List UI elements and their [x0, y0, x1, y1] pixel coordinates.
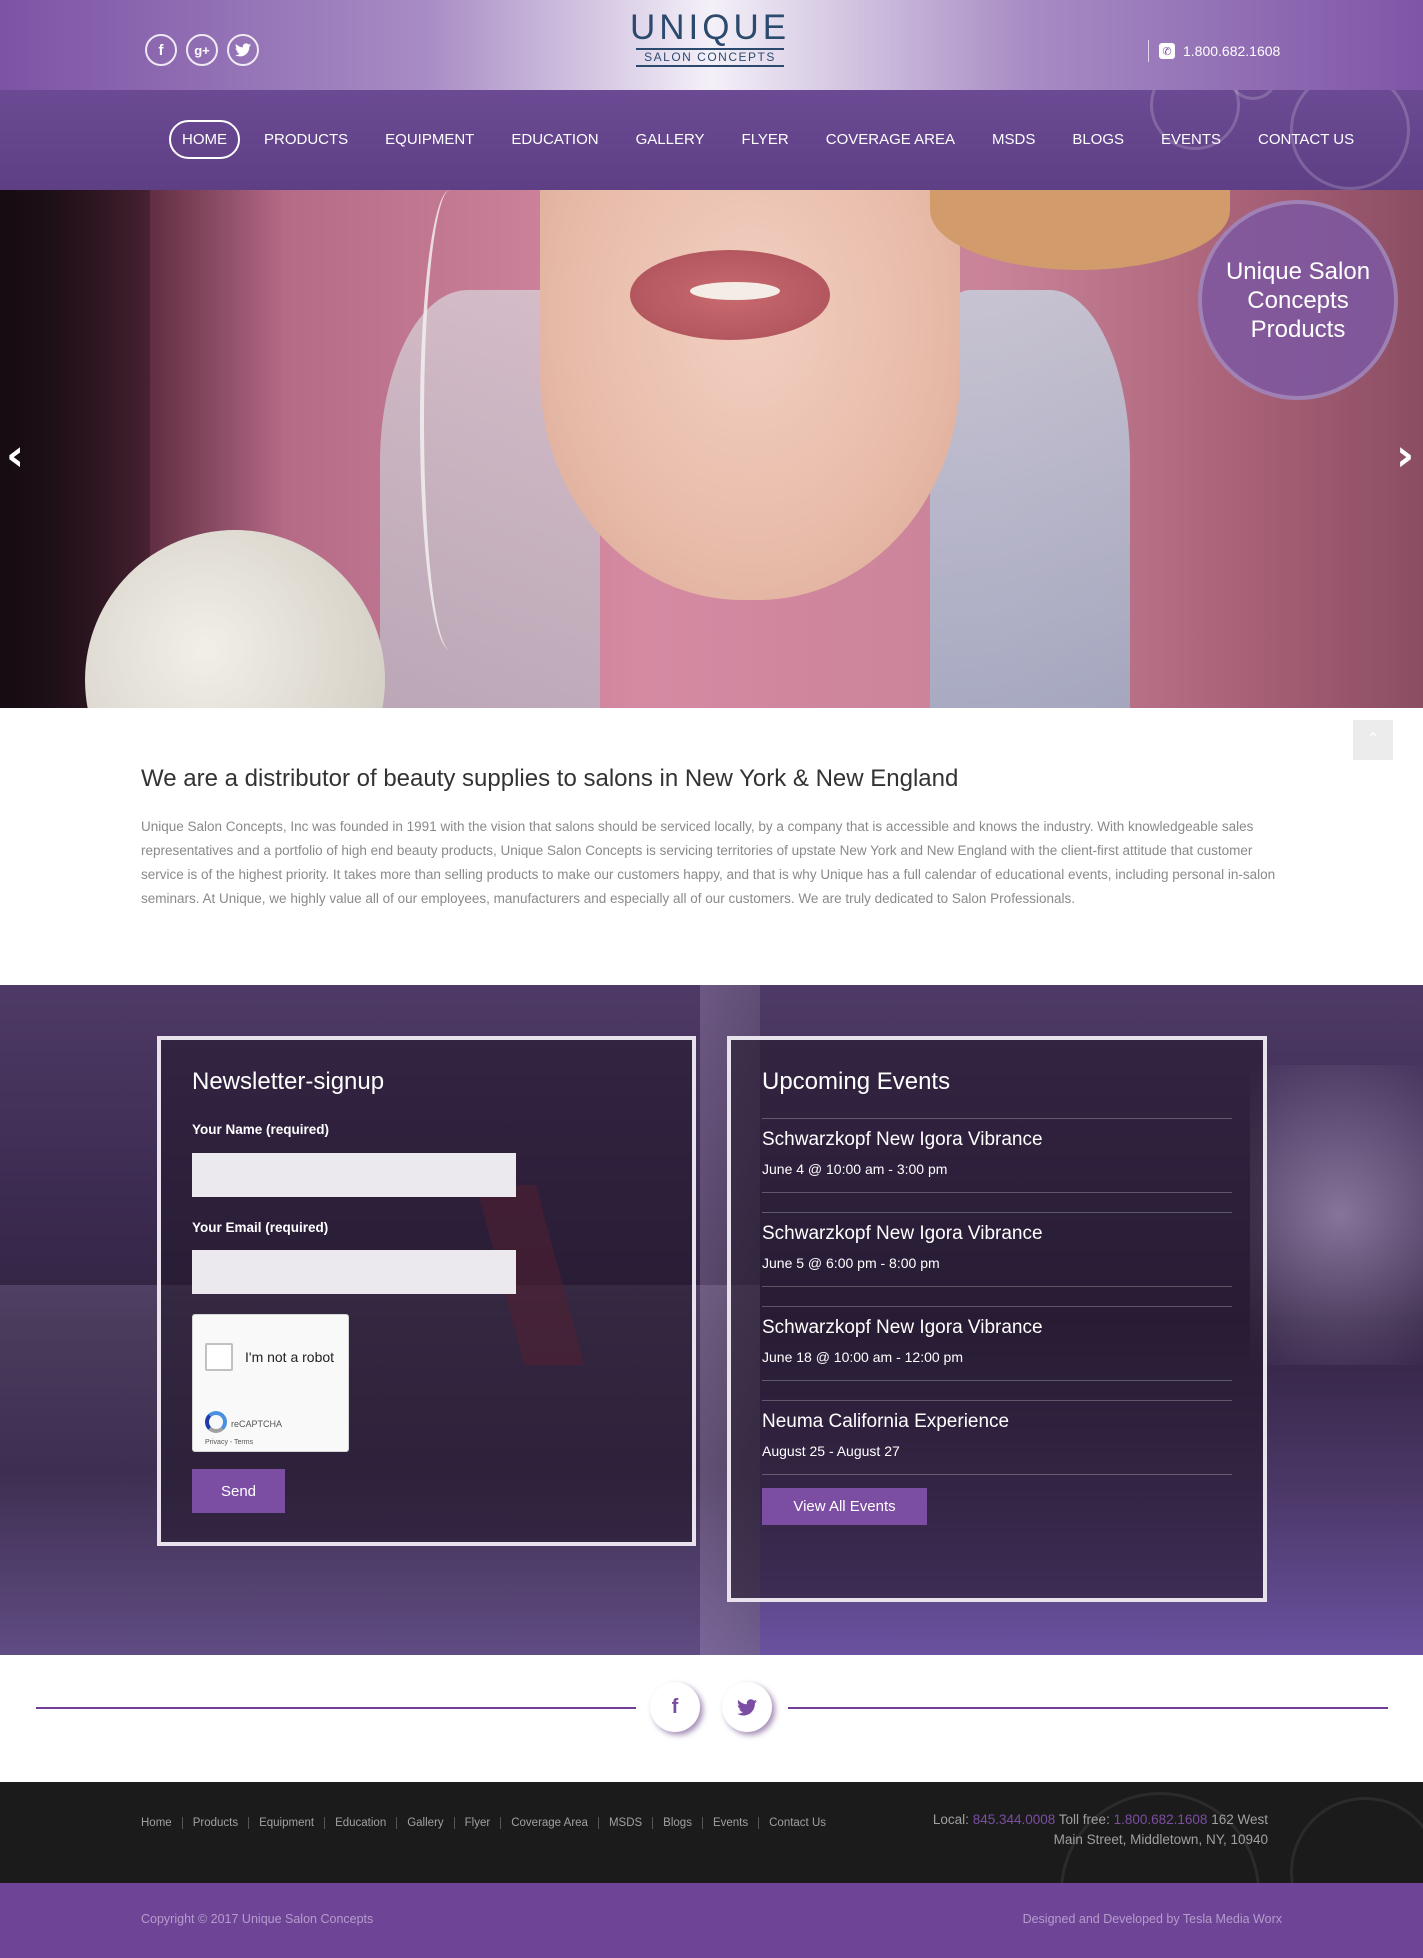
footer-link-gallery[interactable]: Gallery [396, 1817, 453, 1829]
address-line-1: 162 West [1211, 1812, 1268, 1827]
recaptcha-brand: reCAPTCHA [231, 1419, 283, 1429]
social-divider-left [36, 1707, 636, 1709]
top-header: f g+ UNIQUE SALON CONCEPTS ✆ 1.800.682.1… [0, 0, 1423, 90]
logo-wordmark: UNIQUE [630, 8, 791, 47]
twitter-icon[interactable] [227, 34, 259, 66]
nav-flyer[interactable]: FLYER [729, 120, 802, 159]
local-label: Local: [932, 1812, 969, 1827]
event-divider [762, 1212, 1232, 1213]
nav-coverage-area[interactable]: COVERAGE AREA [813, 120, 968, 159]
event-divider [762, 1474, 1232, 1475]
recaptcha-logo-icon [205, 1411, 227, 1433]
intro-heading: We are a distributor of beauty supplies … [141, 765, 959, 792]
intro-paragraph: Unique Salon Concepts, Inc was founded i… [141, 819, 1276, 906]
slider-prev-arrow-icon[interactable]: ‹ [6, 430, 24, 481]
local-phone[interactable]: 845.344.0008 [973, 1812, 1056, 1827]
developer-credit[interactable]: Designed and Developed by Tesla Media Wo… [990, 1912, 1282, 1926]
nav-products[interactable]: PRODUCTS [251, 120, 361, 159]
tollfree-label: Toll free: [1058, 1812, 1110, 1827]
view-all-events-button[interactable]: View All Events [762, 1488, 927, 1525]
footer-link-education[interactable]: Education [324, 1817, 396, 1829]
footer-link-blogs[interactable]: Blogs [652, 1817, 702, 1829]
event-title[interactable]: Neuma California Experience [762, 1411, 1009, 1433]
event-date: June 5 @ 6:00 pm - 8:00 pm [762, 1255, 940, 1271]
event-date: June 4 @ 10:00 am - 3:00 pm [762, 1161, 948, 1177]
footer-link-events[interactable]: Events [701, 1817, 758, 1829]
hero-image-teeth [690, 282, 780, 300]
decorative-bubble [1290, 1797, 1423, 1883]
facebook-icon[interactable]: f [145, 34, 177, 66]
nav-events[interactable]: EVENTS [1148, 120, 1234, 159]
footer-link-products[interactable]: Products [181, 1817, 248, 1829]
event-date: August 25 - August 27 [762, 1443, 900, 1459]
logo-tagline: SALON CONCEPTS [636, 48, 784, 67]
nav-education[interactable]: EDUCATION [498, 120, 611, 159]
nav-list: HOME PRODUCTS EQUIPMENT EDUCATION GALLER… [169, 120, 1378, 159]
event-divider [762, 1118, 1232, 1119]
footer-link-msds[interactable]: MSDS [597, 1817, 652, 1829]
event-date: June 18 @ 10:00 am - 12:00 pm [762, 1349, 963, 1365]
event-divider [762, 1192, 1232, 1193]
nav-equipment[interactable]: EQUIPMENT [372, 120, 487, 159]
send-button[interactable]: Send [192, 1469, 285, 1513]
name-input[interactable] [192, 1153, 516, 1197]
hero-badge[interactable]: Unique Salon Concepts Products [1198, 200, 1398, 400]
recaptcha-privacy-terms[interactable]: Privacy - Terms [205, 1439, 253, 1446]
nav-gallery[interactable]: GALLERY [623, 120, 718, 159]
event-title[interactable]: Schwarzkopf New Igora Vibrance [762, 1129, 1043, 1151]
nav-blogs[interactable]: BLOGS [1059, 120, 1137, 159]
footer-contact-info: Local: 845.344.0008 Toll free: 1.800.682… [880, 1810, 1268, 1850]
phone-icon: ✆ [1159, 43, 1175, 59]
chevron-up-icon: ⌃ [1366, 731, 1380, 748]
name-label: Your Name (required) [192, 1122, 330, 1137]
footer-link-home[interactable]: Home [141, 1817, 182, 1829]
main-navigation: HOME PRODUCTS EQUIPMENT EDUCATION GALLER… [0, 90, 1423, 190]
hero-image-cable [420, 190, 480, 650]
newsletter-title: Newsletter-signup [192, 1068, 385, 1095]
header-phone-number: 1.800.682.1608 [1183, 43, 1281, 59]
recaptcha-widget: I'm not a robot reCAPTCHA Privacy - Term… [192, 1314, 349, 1452]
event-title[interactable]: Schwarzkopf New Igora Vibrance [762, 1317, 1043, 1339]
email-input[interactable] [192, 1250, 516, 1294]
twitter-icon[interactable] [722, 1682, 772, 1732]
recaptcha-label: I'm not a robot [245, 1349, 335, 1365]
scroll-to-top-button[interactable]: ⌃ [1353, 720, 1393, 760]
address-line-2: Main Street, Middletown, NY, 10940 [1053, 1832, 1268, 1847]
hero-image-hair-right [930, 290, 1130, 708]
event-divider [762, 1380, 1232, 1381]
event-divider [762, 1400, 1232, 1401]
copyright-text: Copyright © 2017 Unique Salon Concepts [141, 1912, 374, 1926]
events-title: Upcoming Events [762, 1068, 951, 1095]
nav-home[interactable]: HOME [169, 120, 240, 159]
footer-link-equipment[interactable]: Equipment [248, 1817, 324, 1829]
event-title[interactable]: Schwarzkopf New Igora Vibrance [762, 1223, 1043, 1245]
footer-link-contact-us[interactable]: Contact Us [758, 1817, 836, 1829]
footer-nav: Home Products Equipment Education Galler… [141, 1817, 836, 1829]
slider-next-arrow-icon[interactable]: › [1396, 430, 1414, 481]
email-label: Your Email (required) [192, 1220, 329, 1235]
footer-link-flyer[interactable]: Flyer [453, 1817, 501, 1829]
hero-image-hat [930, 190, 1230, 270]
tollfree-phone[interactable]: 1.800.682.1608 [1114, 1812, 1208, 1827]
nav-msds[interactable]: MSDS [979, 120, 1048, 159]
header-social-links: f g+ [145, 34, 259, 66]
event-divider [762, 1306, 1232, 1307]
event-divider [762, 1286, 1232, 1287]
site-logo[interactable]: UNIQUE SALON CONCEPTS [630, 8, 790, 78]
header-phone[interactable]: ✆ 1.800.682.1608 [1148, 40, 1280, 62]
social-divider-right [788, 1707, 1388, 1709]
google-plus-icon[interactable]: g+ [186, 34, 218, 66]
background-bokeh [1250, 1065, 1423, 1365]
facebook-icon[interactable]: f [650, 1682, 700, 1732]
recaptcha-checkbox[interactable] [205, 1343, 233, 1371]
footer-link-coverage-area[interactable]: Coverage Area [500, 1817, 598, 1829]
nav-contact-us[interactable]: CONTACT US [1245, 120, 1367, 159]
